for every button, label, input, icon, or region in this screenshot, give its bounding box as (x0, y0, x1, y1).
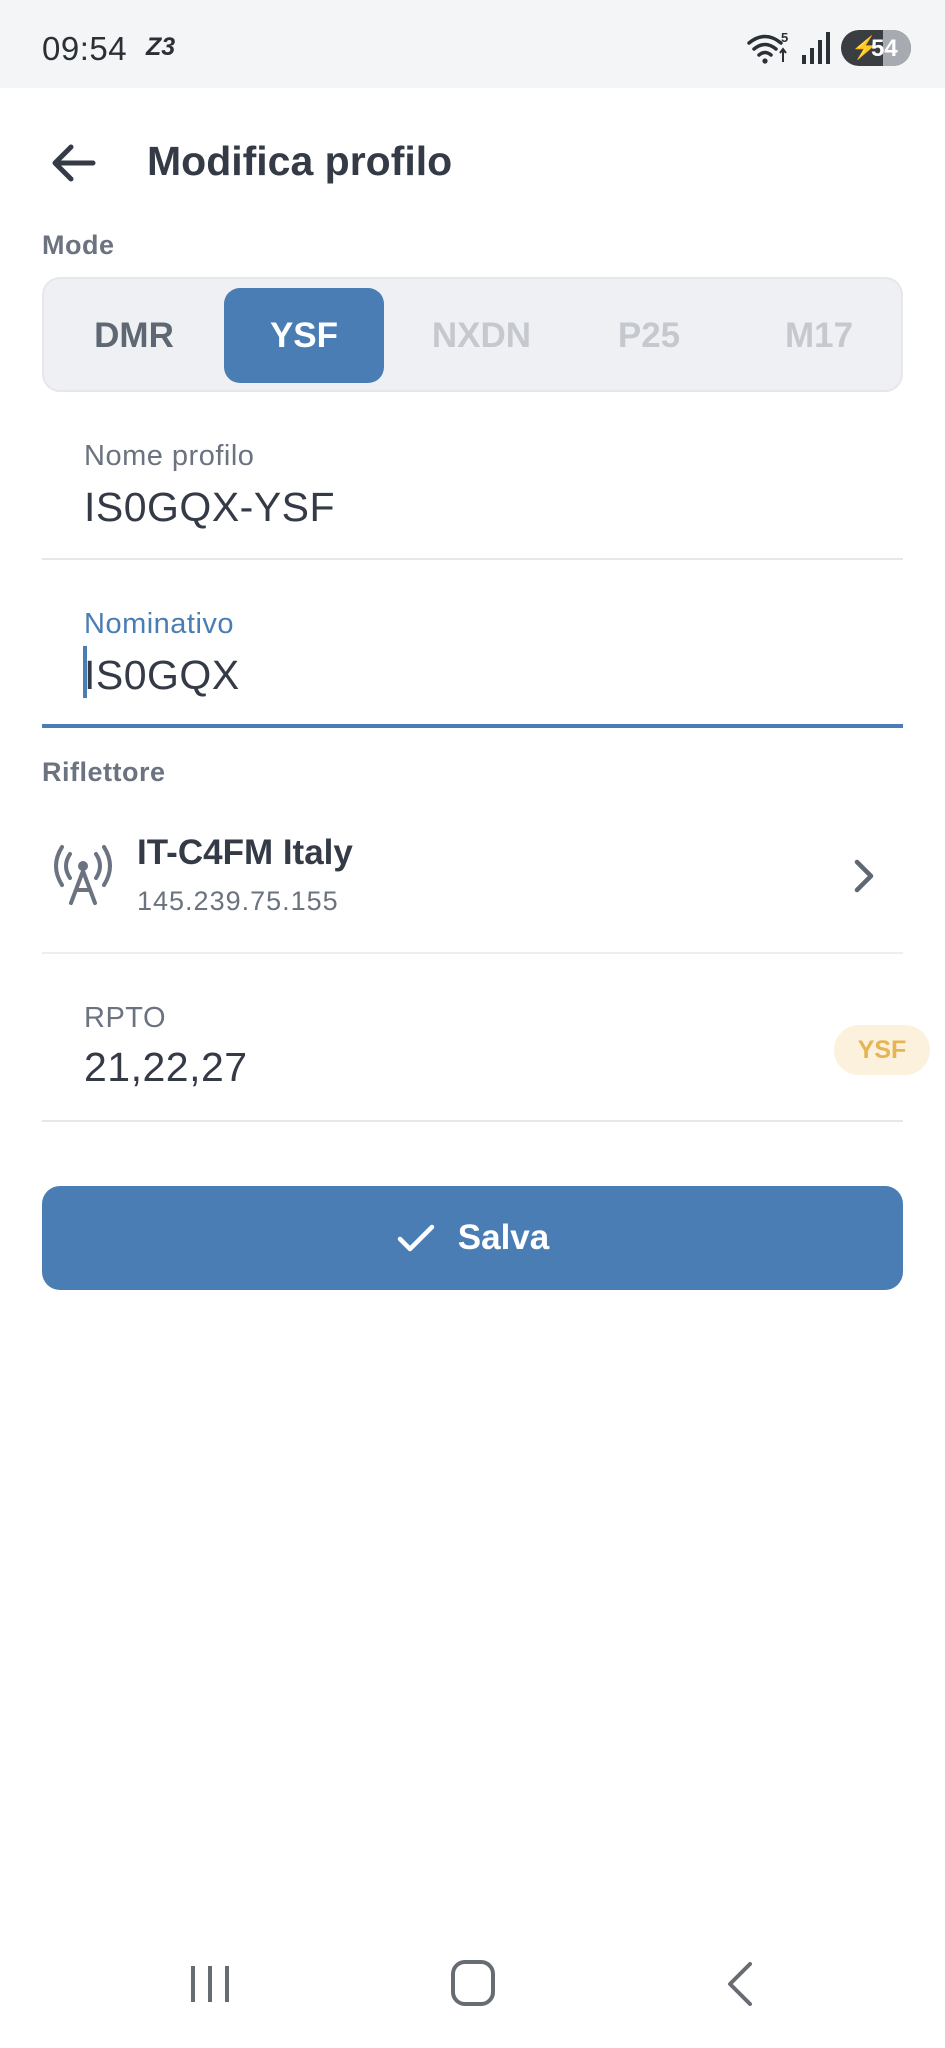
page-title: Modifica profilo (147, 138, 453, 184)
callsign-input[interactable]: IS0GQX (84, 652, 240, 699)
callsign-field[interactable]: Nominativo IS0GQX (42, 588, 903, 728)
rpto-label: RPTO (84, 1002, 167, 1034)
carrier-label: Z3 (146, 33, 176, 61)
reflector-address: 145.239.75.155 (137, 886, 339, 916)
antenna-icon (54, 845, 112, 905)
status-bar: 09:54 Z3 5 ⚡ 54 (0, 0, 945, 88)
wifi-badge: 5 (781, 30, 788, 45)
system-nav-bar (0, 1930, 945, 2048)
callsign-label: Nominativo (84, 608, 235, 640)
mode-label: Mode (42, 230, 115, 260)
mode-badge: YSF (834, 1025, 930, 1075)
save-button[interactable]: Salva (42, 1186, 903, 1290)
check-icon (397, 1224, 435, 1252)
mode-option-p25: P25 (617, 315, 681, 355)
mode-option-nxdn: NXDN (431, 315, 532, 355)
arrow-left-icon (52, 144, 96, 182)
save-label: Salva (457, 1218, 550, 1257)
mode-option-dmr[interactable]: DMR (64, 288, 204, 383)
status-time: 09:54 (42, 30, 128, 67)
reflector-row[interactable]: IT-C4FM Italy 145.239.75.155 (42, 800, 903, 954)
chevron-right-icon (854, 859, 874, 893)
profile-name-underline (42, 558, 903, 560)
rpto-underline (42, 1120, 903, 1122)
back-button[interactable] (40, 130, 106, 196)
wifi-icon: 5 (747, 30, 788, 64)
app-bar: Modifica profilo (0, 88, 945, 236)
signal-icon (802, 32, 830, 64)
battery-level: 54 (871, 35, 898, 62)
reflector-name: IT-C4FM Italy (137, 833, 353, 872)
divider (42, 952, 903, 954)
profile-name-label: Nome profilo (84, 440, 255, 472)
mode-selector: DMR YSF NXDN P25 M17 (42, 277, 903, 392)
rpto-input[interactable]: 21,22,27 (84, 1044, 248, 1091)
nav-back-icon[interactable] (722, 1960, 758, 2008)
callsign-underline (42, 724, 903, 728)
mode-option-ysf[interactable]: YSF (224, 288, 384, 383)
reflector-section-label: Riflettore (42, 757, 166, 787)
battery-icon: ⚡ 54 (841, 30, 911, 66)
profile-name-input[interactable]: IS0GQX-YSF (84, 484, 335, 531)
recents-icon[interactable] (188, 1962, 232, 2006)
home-icon[interactable] (451, 1960, 495, 2006)
status-icons: 5 ⚡ 54 (745, 30, 911, 66)
rpto-field[interactable]: RPTO 21,22,27 (42, 980, 903, 1122)
mode-option-m17: M17 (784, 315, 854, 355)
profile-name-field[interactable]: Nome profilo IS0GQX-YSF (42, 420, 903, 560)
